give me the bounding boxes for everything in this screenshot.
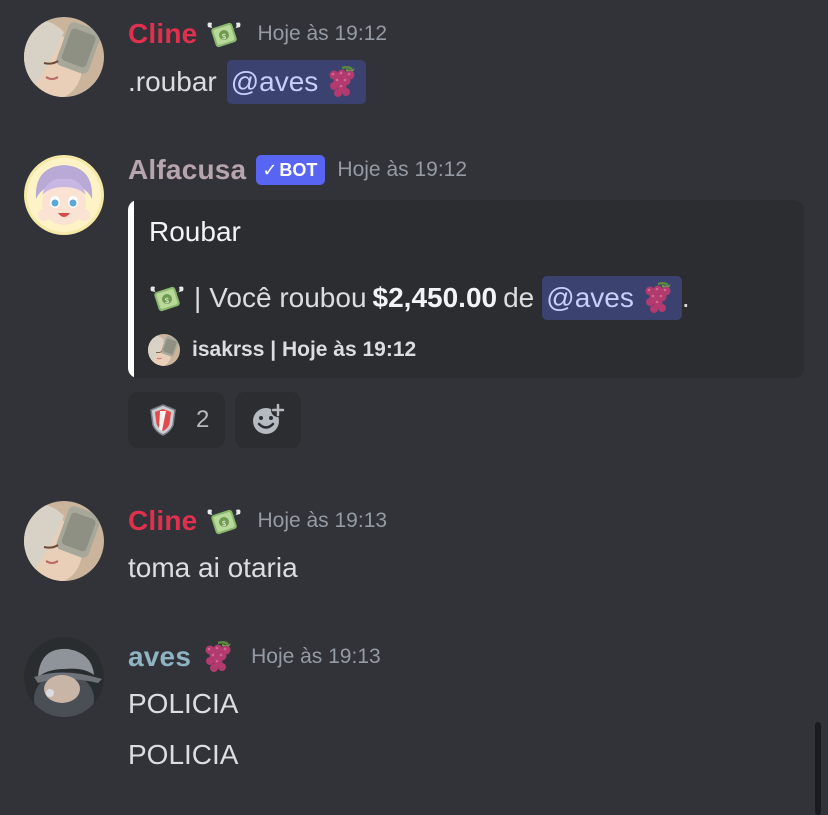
money-with-wings-icon: [203, 17, 245, 51]
money-with-wings-icon: [146, 281, 188, 315]
embed-text-prefix: Você roubou: [209, 282, 367, 313]
separator: |: [194, 282, 202, 313]
message-header: Cline Hoje às 19:12: [128, 14, 387, 54]
money-with-wings-icon: [203, 504, 245, 538]
message-content: .roubar @aves: [128, 58, 367, 106]
author-name[interactable]: aves: [128, 641, 191, 673]
grapes-icon: [322, 65, 362, 99]
add-reaction-icon: [253, 403, 286, 434]
grapes-icon: [197, 640, 239, 674]
footer-avatar: [148, 334, 180, 366]
scrollbar[interactable]: [815, 722, 821, 815]
message-header: Alfacusa ✓ BOT Hoje às 19:12: [128, 150, 467, 190]
message-text: POLICIA: [128, 688, 239, 719]
timestamp: Hoje às 19:12: [257, 22, 388, 45]
reactions-bar: 2: [128, 392, 302, 448]
embed-text-end: .: [681, 282, 690, 313]
grapes-icon: [638, 281, 678, 315]
timestamp: Hoje às 19:13: [257, 509, 388, 532]
embed-title: Roubar: [149, 216, 241, 247]
mention-label: @aves: [230, 66, 319, 97]
mention-label: @aves: [546, 282, 634, 313]
bot-tag-label: BOT: [279, 159, 318, 180]
shield-badge-icon: [150, 404, 176, 436]
author-name[interactable]: Cline: [128, 18, 197, 50]
avatar[interactable]: [24, 501, 104, 581]
reaction-count: 2: [196, 406, 210, 433]
embed-footer: isakrss | Hoje às 19:12: [148, 334, 416, 366]
user-mention[interactable]: @aves: [226, 60, 367, 104]
stolen-amount: $2,450.00: [372, 282, 498, 313]
user-mention[interactable]: @aves: [542, 276, 682, 320]
avatar[interactable]: [24, 637, 104, 717]
bot-tag: ✓ BOT: [256, 155, 326, 185]
add-reaction-button[interactable]: [235, 392, 302, 448]
author-name[interactable]: Cline: [128, 505, 197, 537]
embed-text-middle: de: [503, 282, 535, 313]
embed-color-bar: [128, 200, 134, 378]
message-header: Cline Hoje às 19:13: [128, 501, 387, 541]
timestamp: Hoje às 19:13: [251, 645, 381, 668]
timestamp: Hoje às 19:12: [337, 158, 468, 181]
author-name[interactable]: Alfacusa: [128, 154, 246, 186]
message-text: POLICIA: [128, 739, 239, 770]
message-header: aves Hoje às 19:13: [128, 637, 381, 677]
embed: Roubar | Você roubou $2,450.00 de @aves …: [128, 200, 804, 378]
footer-text: isakrss | Hoje às 19:12: [192, 338, 417, 361]
message-text: .roubar: [128, 66, 217, 97]
message-line: POLICIA: [128, 733, 238, 777]
check-icon: ✓: [262, 159, 278, 180]
reaction-shield[interactable]: 2: [128, 392, 226, 448]
message-content: toma ai otaria: [128, 546, 298, 590]
embed-description: | Você roubou $2,450.00 de @aves .: [146, 276, 690, 320]
message-text: toma ai otaria: [128, 552, 298, 583]
avatar[interactable]: [24, 155, 104, 235]
message-line: POLICIA: [128, 682, 238, 726]
avatar[interactable]: [24, 17, 104, 97]
